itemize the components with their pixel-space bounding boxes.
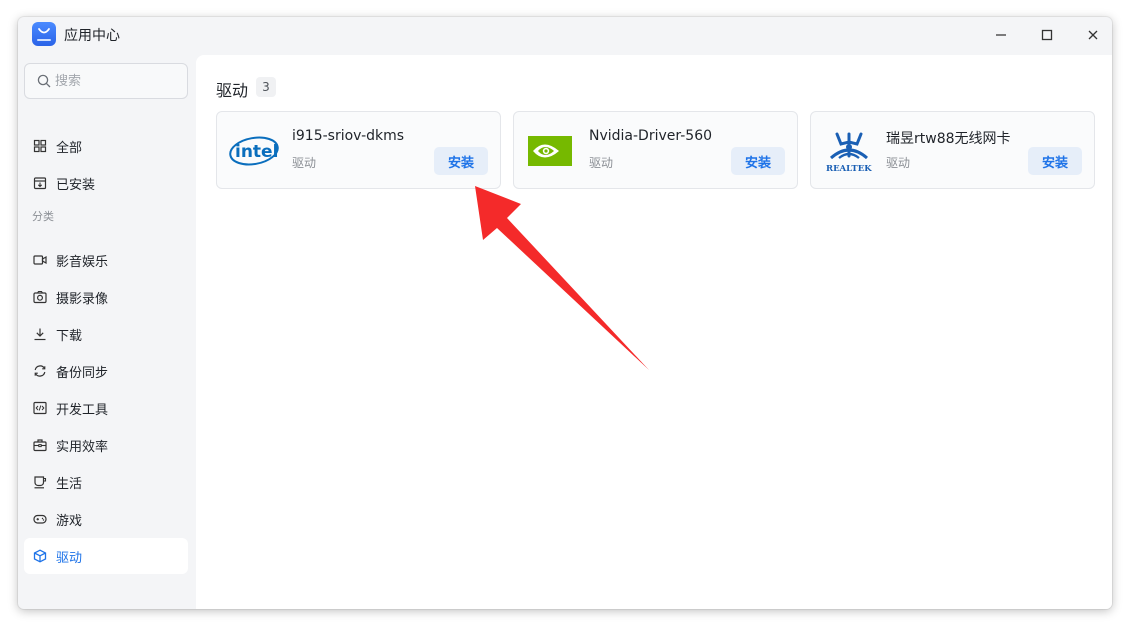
count-badge: 3 xyxy=(256,77,276,97)
app-category: 驱动 xyxy=(292,156,317,170)
nvidia-logo-icon xyxy=(528,136,572,166)
code-icon xyxy=(33,401,47,415)
sidebar-item-download[interactable]: 下载 xyxy=(24,316,188,352)
install-button[interactable]: 安装 xyxy=(1028,147,1082,175)
sidebar-item-media[interactable]: 影音娱乐 xyxy=(24,242,188,278)
sidebar-item-label: 驱动 xyxy=(56,551,83,566)
sidebar-item-label: 开发工具 xyxy=(56,403,109,418)
category-section-label: 分类 xyxy=(32,210,54,223)
intel-logo-icon: intel xyxy=(229,136,279,166)
sidebar-item-installed[interactable]: 已安装 xyxy=(24,165,188,201)
realtek-logo-icon: REALTEK xyxy=(826,132,872,174)
svg-text:REALTEK: REALTEK xyxy=(826,164,872,174)
app-name: Nvidia-Driver-560 xyxy=(589,128,713,144)
camera-icon xyxy=(33,290,47,304)
search-input[interactable] xyxy=(55,71,175,91)
app-card-i915[interactable]: intel i915-sriov-dkms 驱动 安装 xyxy=(216,111,501,189)
sidebar-item-label: 摄影录像 xyxy=(56,292,109,307)
app-name: i915-sriov-dkms xyxy=(292,128,405,144)
svg-text:intel: intel xyxy=(235,142,278,162)
close-button[interactable] xyxy=(1079,23,1107,47)
title-bar: 应用中心 xyxy=(18,17,1112,55)
sidebar-item-label: 全部 xyxy=(56,141,83,156)
sidebar-item-label: 生活 xyxy=(56,477,83,492)
sidebar-item-label: 游戏 xyxy=(56,514,83,529)
video-camera-icon xyxy=(33,255,47,265)
app-name: 瑞昱rtw88无线网卡 xyxy=(886,131,1011,147)
app-category: 驱动 xyxy=(886,156,911,170)
app-store-icon xyxy=(32,22,56,46)
minimize-button[interactable] xyxy=(987,23,1015,47)
cube-icon xyxy=(33,549,47,563)
installed-box-icon xyxy=(33,177,47,190)
app-card-nvidia[interactable]: Nvidia-Driver-560 驱动 安装 xyxy=(513,111,798,189)
install-button[interactable]: 安装 xyxy=(434,147,488,175)
app-window: 应用中心 全部 xyxy=(18,17,1112,609)
sidebar-item-games[interactable]: 游戏 xyxy=(24,501,188,537)
sidebar-item-devtools[interactable]: 开发工具 xyxy=(24,390,188,426)
app-card-realtek[interactable]: REALTEK 瑞昱rtw88无线网卡 驱动 安装 xyxy=(810,111,1095,189)
page-title: 驱动 xyxy=(216,81,249,100)
search-icon xyxy=(37,74,51,88)
sidebar-item-drivers[interactable]: 驱动 xyxy=(24,538,188,574)
window-title: 应用中心 xyxy=(64,28,120,44)
cup-icon xyxy=(34,476,47,489)
sidebar-item-backup[interactable]: 备份同步 xyxy=(24,353,188,389)
sidebar-item-all[interactable]: 全部 xyxy=(24,128,188,164)
sidebar-item-productivity[interactable]: 实用效率 xyxy=(24,427,188,463)
install-button[interactable]: 安装 xyxy=(731,147,785,175)
sidebar-item-label: 下载 xyxy=(56,329,83,344)
grid-icon xyxy=(33,139,47,153)
search-box[interactable] xyxy=(24,63,188,99)
app-category: 驱动 xyxy=(589,156,614,170)
sidebar-item-label: 实用效率 xyxy=(56,440,109,455)
maximize-button[interactable] xyxy=(1033,23,1061,47)
sidebar-item-label: 影音娱乐 xyxy=(56,255,109,270)
gamepad-icon xyxy=(33,514,47,524)
download-icon xyxy=(34,328,46,341)
sidebar-item-label: 备份同步 xyxy=(56,366,109,381)
main-content: 驱动 3 intel i915-sriov-dkms 驱动 安装 Nvidia-… xyxy=(196,55,1112,609)
sync-icon xyxy=(34,365,46,377)
toolbox-icon xyxy=(33,439,47,452)
sidebar: 全部 已安装 分类 影音娱乐 摄影录像 xyxy=(18,55,196,609)
sidebar-item-label: 已安装 xyxy=(56,178,96,193)
sidebar-item-photography[interactable]: 摄影录像 xyxy=(24,279,188,315)
sidebar-item-life[interactable]: 生活 xyxy=(24,464,188,500)
